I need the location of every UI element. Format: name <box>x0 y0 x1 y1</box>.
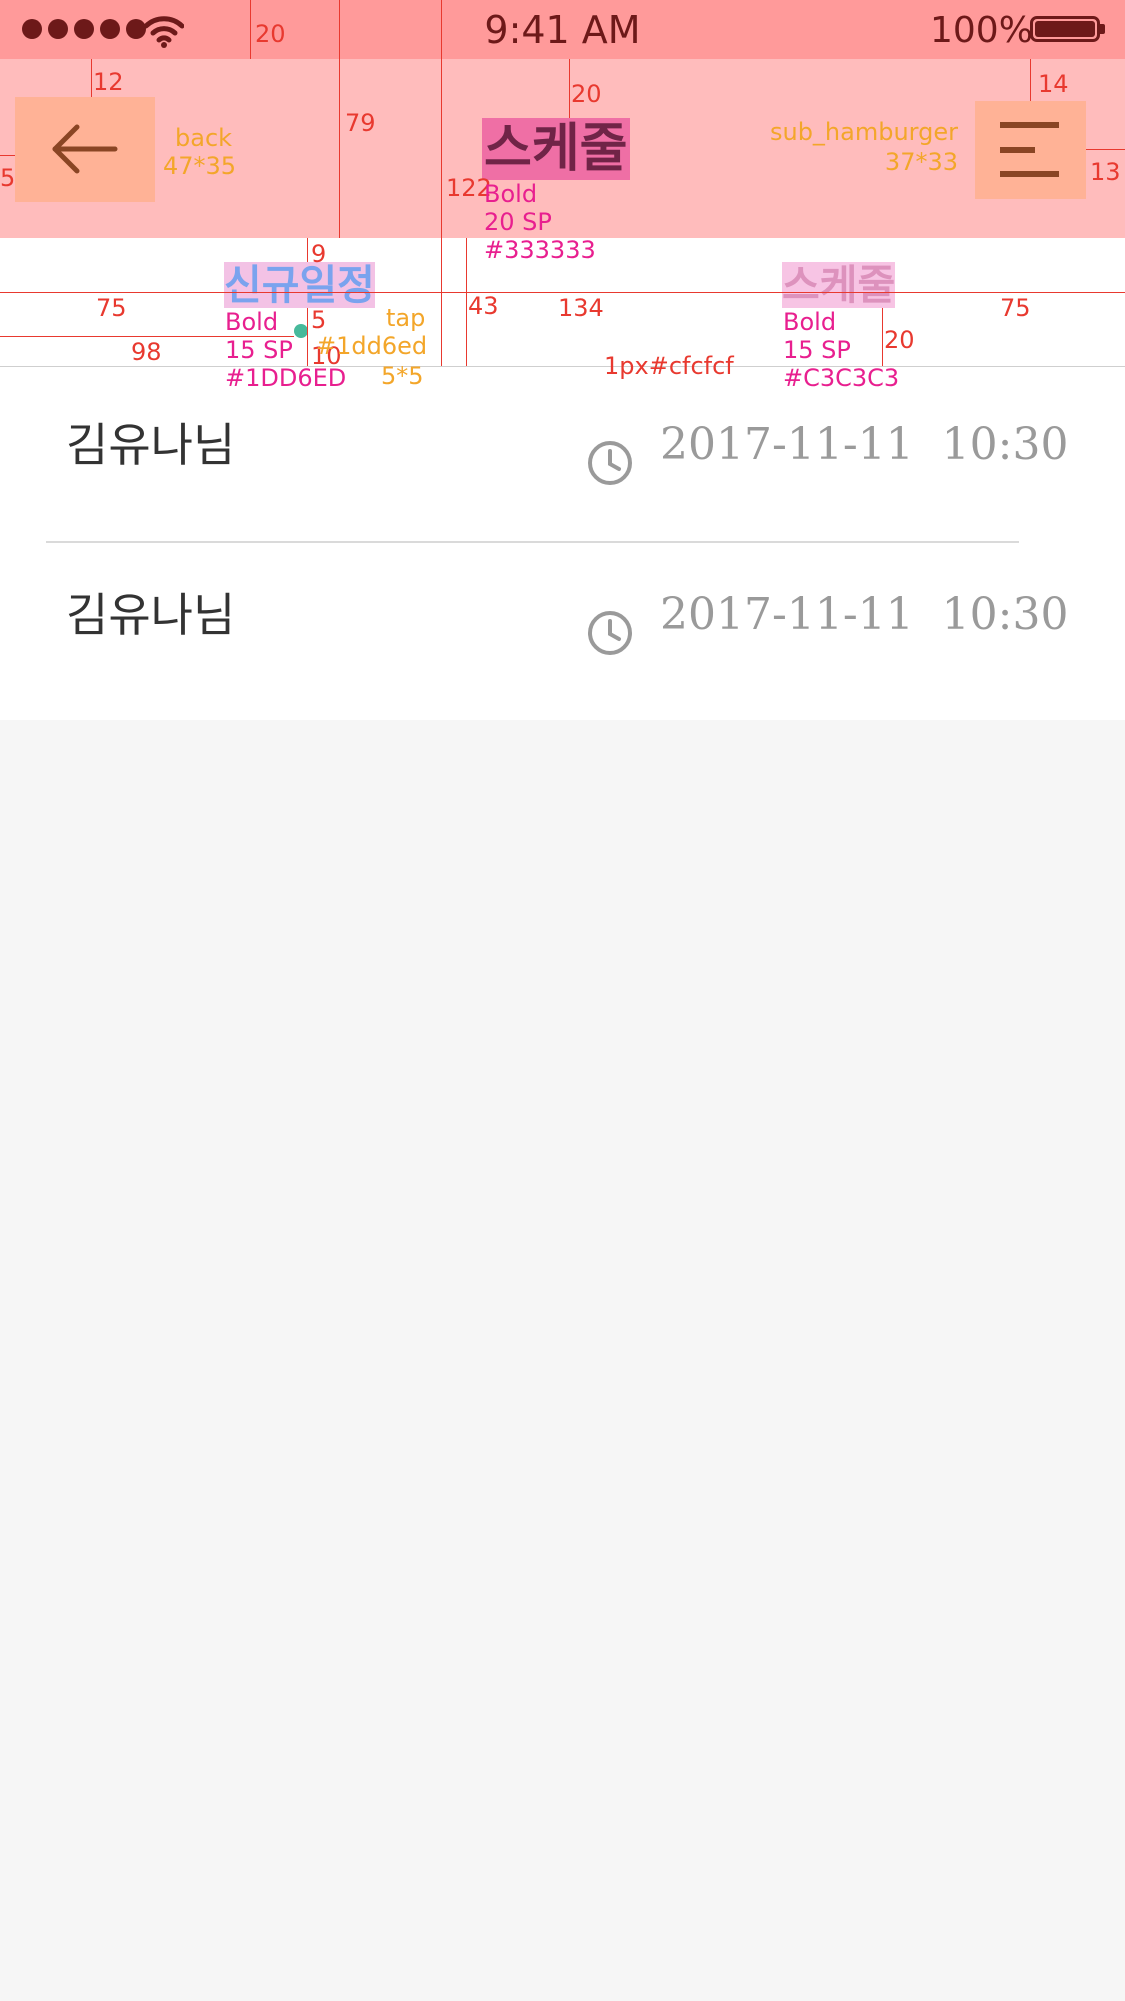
annotation-label: 14 <box>1038 70 1069 98</box>
status-bar: 9:41 AM 100% <box>0 0 1125 59</box>
annotation-label: #1DD6ED <box>225 364 347 392</box>
battery-percentage: 100% <box>930 10 1033 51</box>
annotation-label: 15 SP <box>225 336 293 364</box>
measure-line <box>569 59 570 118</box>
measure-line <box>466 238 467 366</box>
annotation-label: 20 SP <box>484 208 552 236</box>
annotation-label: 9 <box>311 240 327 268</box>
list-item[interactable]: 김유나님 2017-11-11 10:30 <box>0 367 1125 537</box>
list-item-name: 김유나님 <box>66 588 236 642</box>
annotation-label: 20 <box>571 80 602 108</box>
annotation-label: 20 <box>255 20 286 48</box>
page-title: 스케줄 <box>482 118 630 180</box>
measure-line <box>91 59 92 97</box>
annotation-label: #1dd6ed <box>316 332 428 360</box>
annotation-label: 79 <box>345 109 376 137</box>
tab-schedule[interactable]: 스케줄 <box>782 262 896 308</box>
measure-line <box>307 308 308 366</box>
measure-line <box>250 0 251 59</box>
annotation-label: 37*33 <box>884 148 958 176</box>
measure-line <box>882 308 883 366</box>
measure-line <box>1086 149 1125 150</box>
annotation-label: 13 <box>1090 158 1121 186</box>
hamburger-menu-button[interactable] <box>975 101 1086 199</box>
annotation-label: Bold <box>783 308 837 336</box>
list-item-time: 2017-11-11 10:30 <box>660 589 1069 640</box>
list-item[interactable]: 김유나님 2017-11-11 10:30 <box>0 543 1125 713</box>
annotation-label: Bold <box>484 180 538 208</box>
measure-line <box>1030 59 1031 101</box>
clock-icon <box>588 611 632 655</box>
annotation-label: 12 <box>93 68 124 96</box>
schedule-list: 김유나님 2017-11-11 10:30 김유나님 2017-11-11 10… <box>0 367 1125 720</box>
annotation-label: #333333 <box>484 236 596 264</box>
clock-icon <box>588 441 632 485</box>
annotation-label: 43 <box>468 292 499 320</box>
annotation-label: 5*5 <box>381 362 424 390</box>
measure-line <box>0 292 1125 293</box>
measure-line <box>307 238 308 262</box>
measure-line <box>441 0 442 366</box>
hamburger-icon <box>1000 122 1059 177</box>
battery-icon <box>1030 16 1100 42</box>
measure-line <box>339 0 340 238</box>
measure-line <box>0 155 15 156</box>
tab-new-schedule[interactable]: 신규일정 <box>224 262 375 308</box>
annotation-label: 5 <box>0 164 16 192</box>
annotation-label: back <box>175 124 233 152</box>
list-item-time: 2017-11-11 10:30 <box>660 419 1069 470</box>
annotation-label: 15 SP <box>783 336 851 364</box>
battery-tip <box>1100 24 1105 34</box>
annotation-label: Bold <box>225 308 279 336</box>
tab-active-dot <box>294 324 308 338</box>
annotation-label: 5 <box>311 306 327 334</box>
back-button[interactable] <box>15 97 155 202</box>
annotation-label: sub_hamburger <box>769 118 958 146</box>
annotation-label: 1px#cfcfcf <box>604 352 734 380</box>
annotation-label: 134 <box>558 294 604 322</box>
annotation-label: 75 <box>1000 294 1031 322</box>
annotation-label: 75 <box>96 294 127 322</box>
annotation-label: 47*35 <box>163 152 237 180</box>
arrow-left-icon <box>52 124 118 174</box>
annotation-label: 20 <box>884 326 915 354</box>
annotation-label: 98 <box>131 338 162 366</box>
list-item-name: 김유나님 <box>66 418 236 472</box>
annotation-label: #C3C3C3 <box>783 364 900 392</box>
annotation-label: tap <box>386 304 426 332</box>
